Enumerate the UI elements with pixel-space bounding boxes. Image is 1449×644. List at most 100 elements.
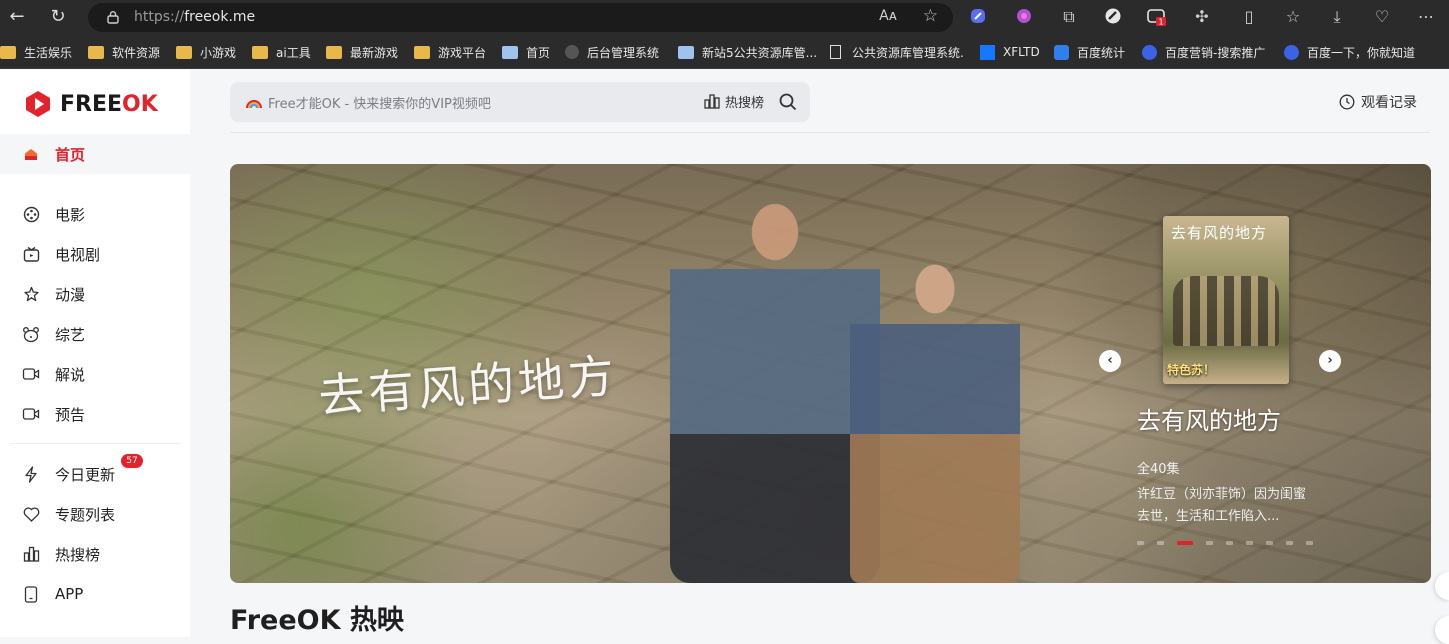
sidebar-item-label: 专题列表 xyxy=(55,505,116,524)
hero-figure-male xyxy=(670,174,880,583)
search-input[interactable]: Free才能OK - 快来搜索你的VIP视频吧 xyxy=(268,93,491,112)
bookmark-item[interactable]: 生活娱乐 xyxy=(0,43,72,61)
baidu-stats-icon xyxy=(1054,44,1069,60)
sidebar-item-anime[interactable]: 动漫 xyxy=(22,283,85,305)
sidebar-item-label: 解说 xyxy=(55,365,86,384)
sidebar-item-commentary[interactable]: 解说 xyxy=(22,363,85,385)
sidebar-divider xyxy=(10,443,180,444)
favorite-star-icon[interactable]: ☆ xyxy=(923,6,938,26)
carousel-dot[interactable] xyxy=(1177,541,1193,545)
search-bar[interactable]: Free才能OK - 快来搜索你的VIP视频吧 热搜榜 xyxy=(230,82,810,122)
site-logo[interactable]: FREEOK xyxy=(24,90,158,118)
favorites-icon[interactable]: ☆ xyxy=(1283,7,1303,27)
hot-search-button[interactable]: 热搜榜 xyxy=(704,92,764,111)
sidebar-item-variety[interactable]: 综艺 xyxy=(22,323,85,345)
carousel-dot[interactable] xyxy=(1286,541,1293,545)
sidebar-item-movies[interactable]: 电影 xyxy=(22,203,85,225)
poster-title: 去有风的地方 xyxy=(1171,224,1268,242)
watch-history-button[interactable]: 观看记录 xyxy=(1339,92,1417,112)
bookmark-item[interactable]: 百度一下，你就知道 xyxy=(1284,43,1415,61)
header-divider xyxy=(230,132,1430,133)
sidebar-item-label: 今日更新 xyxy=(55,465,116,484)
bookmark-item[interactable]: 公共资源库管理系统. xyxy=(830,43,964,61)
carousel-indicators[interactable] xyxy=(1137,541,1326,545)
sidebar-item-app[interactable]: APP xyxy=(22,583,83,605)
sidebar-item-label: 电视剧 xyxy=(55,245,101,264)
bookmark-item[interactable]: 百度营销-搜索推广 xyxy=(1142,43,1265,61)
sidebar-item-label: 首页 xyxy=(55,145,86,164)
poster-subtitle: 特色苏！ xyxy=(1167,363,1216,377)
extensions-icon[interactable]: ✣ xyxy=(1192,7,1212,27)
carousel-dot[interactable] xyxy=(1226,541,1233,545)
hero-poster-thumbnail[interactable]: 去有风的地方 特色苏！ xyxy=(1163,216,1289,384)
bookmark-item[interactable]: 首页 xyxy=(502,43,550,61)
hero-figure-female xyxy=(850,244,1020,583)
cog-icon xyxy=(565,45,579,59)
lock-icon xyxy=(107,11,119,24)
bookmark-item[interactable]: 百度统计 xyxy=(1054,43,1125,61)
back-icon[interactable]: ← xyxy=(6,6,28,28)
address-bar[interactable]: https://freeok.me Aᴀ ☆ xyxy=(88,3,953,32)
carousel-dot[interactable] xyxy=(1246,541,1253,545)
sidebar-item-tv[interactable]: 电视剧 xyxy=(22,243,100,265)
bookmark-item[interactable]: 新站5公共资源库管... xyxy=(678,43,817,61)
brain-ext-icon[interactable] xyxy=(1014,7,1034,27)
folder-icon xyxy=(0,45,16,59)
baidu-paw-icon xyxy=(1284,44,1299,60)
carousel-dot[interactable] xyxy=(1306,541,1313,545)
search-icon[interactable] xyxy=(778,92,798,112)
read-aloud-icon[interactable]: Aᴀ xyxy=(879,8,897,24)
phone-icon xyxy=(22,585,40,603)
ext-with-badge-icon[interactable]: 1 xyxy=(1147,7,1167,27)
sidebar-ext-icon[interactable] xyxy=(1103,7,1123,27)
tv-icon xyxy=(22,245,40,263)
video-camera-icon xyxy=(22,365,40,383)
sidebar-item-today-updates[interactable]: 今日更新 xyxy=(22,463,115,485)
carousel-prev-icon[interactable]: ‹ xyxy=(1099,350,1121,372)
carousel-dot[interactable] xyxy=(1137,541,1144,545)
sidebar-item-topics[interactable]: 专题列表 xyxy=(22,503,115,525)
downloads-icon[interactable]: ⤓ xyxy=(1327,7,1347,27)
video-camera-icon xyxy=(22,405,40,423)
bookmarks-bar: 生活娱乐 软件资源 小游戏 ai工具 最新游戏 游戏平台 首页 后台管理系统 新… xyxy=(0,35,1449,69)
sidebar: FREEOK 首页 电影 电视剧 动漫 综艺 解说 预告 今日更新 57 专题列… xyxy=(0,70,190,637)
browser-essentials-icon[interactable]: ♡ xyxy=(1372,7,1392,27)
sidebar-item-home[interactable]: 首页 xyxy=(22,143,85,165)
clock-icon xyxy=(1339,94,1355,110)
folder-icon xyxy=(326,45,342,59)
baidu-paw-icon xyxy=(1142,44,1157,60)
carousel-dot[interactable] xyxy=(1206,541,1213,545)
carousel-next-icon[interactable]: › xyxy=(1319,350,1341,372)
bookmark-item[interactable]: XFLTD xyxy=(980,43,1040,61)
sidebar-item-trailers[interactable]: 预告 xyxy=(22,403,85,425)
hero-banner[interactable]: 去有风的地方 去有风的地方 特色苏！ ‹ › 去有风的地方 全40集 许红豆（刘… xyxy=(230,164,1431,583)
home-icon xyxy=(22,145,40,163)
anime-star-icon xyxy=(22,285,40,303)
sidebar-item-label: 综艺 xyxy=(55,325,86,344)
bookmark-item[interactable]: 软件资源 xyxy=(88,43,160,61)
play-logo-icon xyxy=(26,91,50,117)
folder-icon xyxy=(176,45,192,59)
main-content: Free才能OK - 快来搜索你的VIP视频吧 热搜榜 观看记录 去有风的地方 … xyxy=(190,70,1449,637)
poster-cast-image xyxy=(1173,276,1279,346)
folder-icon xyxy=(88,45,104,59)
rainbow-icon xyxy=(246,100,262,109)
bookmark-item[interactable]: ai工具 xyxy=(252,43,311,61)
heart-icon xyxy=(22,505,40,523)
sidebar-item-label: APP xyxy=(55,585,84,603)
more-menu-icon[interactable]: ⋯ xyxy=(1416,7,1436,27)
bookmark-item[interactable]: 游戏平台 xyxy=(414,43,486,61)
logo-text-free: FREE xyxy=(60,91,123,117)
carousel-dot[interactable] xyxy=(1157,541,1164,545)
copilot-ext-icon[interactable] xyxy=(968,7,988,27)
carousel-dot[interactable] xyxy=(1266,541,1273,545)
collections-icon[interactable]: ⧉ xyxy=(1059,7,1079,27)
bookmark-item[interactable]: 后台管理系统 xyxy=(565,43,659,61)
reload-icon[interactable]: ↻ xyxy=(47,6,69,28)
hero-title[interactable]: 去有风的地方 xyxy=(1137,401,1281,436)
update-count-badge: 57 xyxy=(121,454,143,468)
bookmark-item[interactable]: 最新游戏 xyxy=(326,43,398,61)
split-screen-icon[interactable]: ▯ xyxy=(1239,7,1259,27)
sidebar-item-hot-search[interactable]: 热搜榜 xyxy=(22,543,100,565)
bookmark-item[interactable]: 小游戏 xyxy=(176,43,236,61)
